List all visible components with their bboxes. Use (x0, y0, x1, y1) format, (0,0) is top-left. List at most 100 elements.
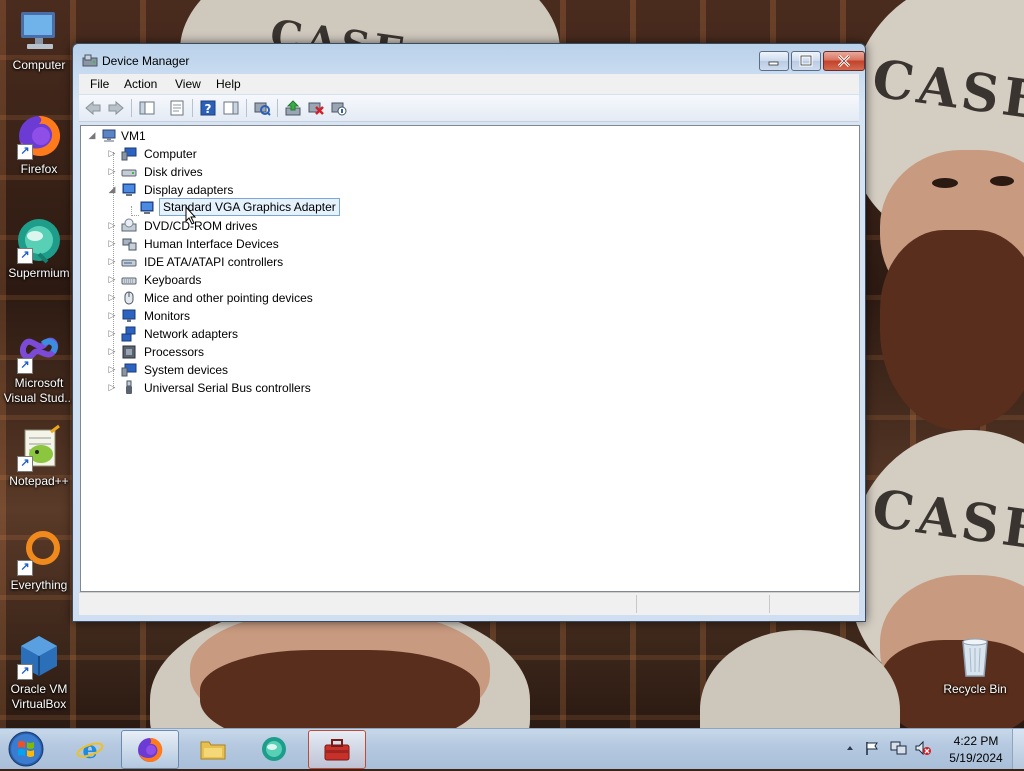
status-separator (769, 595, 770, 613)
tree-category-label: Mice and other pointing devices (144, 291, 313, 305)
help-icon[interactable]: ? (199, 99, 217, 117)
collapse-arrow-icon[interactable]: ◢ (107, 181, 117, 199)
computer-icon (15, 8, 63, 56)
taskbar-device-manager[interactable] (308, 730, 366, 769)
ide-controller-icon (121, 254, 137, 270)
firefox-icon (136, 737, 164, 763)
recycle-bin-icon (951, 632, 999, 680)
disable-device-icon[interactable] (330, 99, 348, 117)
volume-muted-icon[interactable] (914, 740, 932, 759)
device-tree[interactable]: ◢ VM1 ▷ Computer ▷ Disk drives ◢ Display… (80, 125, 860, 592)
action-center-flag-icon[interactable] (864, 740, 880, 759)
device-manager-window: Device Manager File Action View Help ? ◢… (72, 43, 866, 622)
taskbar-internet-explorer[interactable]: e (62, 730, 118, 767)
menu-view[interactable]: View (175, 77, 201, 91)
mouse-cursor-icon (185, 205, 197, 225)
clock-time[interactable]: 4:22 PM (946, 734, 1006, 748)
desktop-icon-label: Firefox (20, 162, 58, 176)
network-icon[interactable] (890, 740, 908, 759)
expand-arrow-icon[interactable]: ▷ (107, 361, 117, 379)
expand-arrow-icon[interactable]: ▷ (107, 379, 117, 397)
window-title: Device Manager (102, 54, 190, 68)
device-manager-icon (82, 53, 98, 67)
menu-help[interactable]: Help (216, 77, 241, 91)
taskbar-supermium[interactable] (246, 730, 302, 767)
device-manager-icon (323, 737, 351, 763)
scan-hardware-changes-icon[interactable] (253, 99, 271, 117)
shortcut-arrow-icon: ↗ (17, 560, 33, 576)
expand-arrow-icon[interactable]: ▷ (107, 343, 117, 361)
tree-category-label: IDE ATA/ATAPI controllers (144, 255, 284, 269)
tree-category-label: DVD/CD-ROM drives (144, 219, 258, 233)
forward-icon[interactable] (107, 99, 125, 117)
desktop-icon-notepad-plus-plus[interactable]: ↗ Notepad++ (1, 424, 77, 489)
expand-arrow-icon[interactable]: ▷ (107, 253, 117, 271)
expand-arrow-icon[interactable]: ▷ (107, 325, 117, 343)
visual-studio-icon: ↗ (15, 326, 63, 374)
properties-icon[interactable] (168, 99, 186, 117)
tree-root-label: VM1 (121, 129, 146, 143)
taskbar-file-explorer[interactable] (185, 730, 241, 767)
expand-arrow-icon[interactable]: ▷ (107, 307, 117, 325)
notepad-plus-plus-icon: ↗ (15, 424, 63, 472)
desktop-icon-label: Supermium (8, 266, 70, 280)
svg-text:e: e (82, 736, 97, 762)
toolbar-separator (277, 99, 278, 117)
expand-arrow-icon[interactable]: ▷ (107, 163, 117, 181)
toolbar-separator (131, 99, 132, 117)
clock-date[interactable]: 5/19/2024 (944, 751, 1008, 765)
internet-explorer-icon: e (76, 735, 104, 764)
disk-drive-icon (121, 164, 137, 180)
status-separator (636, 595, 637, 613)
minimize-button[interactable] (759, 51, 789, 71)
virtualbox-icon: ↗ (15, 632, 63, 680)
desktop-icon-label: Notepad++ (9, 474, 69, 488)
expand-arrow-icon[interactable]: ▷ (107, 217, 117, 235)
tree-category-label: Disk drives (144, 165, 203, 179)
usb-icon (121, 380, 137, 396)
display-adapter-icon (139, 200, 155, 216)
menu-file[interactable]: File (90, 77, 109, 91)
close-button[interactable] (823, 51, 865, 71)
expand-arrow-icon[interactable]: ▷ (107, 271, 117, 289)
start-button[interactable] (6, 730, 46, 768)
update-driver-icon[interactable] (284, 99, 302, 117)
menu-action[interactable]: Action (124, 77, 157, 91)
tree-category-label: Human Interface Devices (144, 237, 279, 251)
desktop-icon-computer[interactable]: Computer (1, 8, 77, 73)
desktop-icon-virtualbox[interactable]: ↗ Oracle VM VirtualBox (1, 632, 77, 712)
desktop-icon-label: Recycle Bin (943, 682, 1007, 696)
uninstall-icon[interactable] (307, 99, 325, 117)
system-devices-icon (121, 362, 137, 378)
desktop-icon-firefox[interactable]: ↗ Firefox (1, 112, 77, 177)
collapse-arrow-icon[interactable]: ◢ (87, 127, 97, 145)
show-hide-console-tree-icon[interactable] (138, 99, 156, 117)
file-explorer-icon (199, 736, 227, 762)
desktop-icon-label: Microsoft Visual Stud... (3, 376, 75, 405)
tree-category-label: Display adapters (144, 183, 234, 197)
desktop-icon-everything[interactable]: ↗ Everything (1, 528, 77, 593)
shortcut-arrow-icon: ↗ (17, 456, 33, 472)
svg-text:?: ? (205, 102, 212, 116)
show-hidden-icons-icon[interactable] (845, 742, 855, 756)
expand-arrow-icon[interactable]: ▷ (107, 235, 117, 253)
show-desktop-button[interactable] (1012, 729, 1024, 769)
display-adapter-icon (121, 182, 137, 198)
desktop-icon-label: Everything (10, 578, 68, 592)
hid-icon (121, 236, 137, 252)
back-icon[interactable] (84, 99, 102, 117)
shortcut-arrow-icon: ↗ (17, 664, 33, 680)
restore-button[interactable] (791, 51, 821, 71)
tree-category-label: Keyboards (144, 273, 202, 287)
expand-arrow-icon[interactable]: ▷ (107, 289, 117, 307)
taskbar-firefox[interactable] (121, 730, 179, 769)
window-titlebar[interactable]: Device Manager (73, 44, 865, 74)
firefox-icon: ↗ (15, 112, 63, 160)
desktop-icon-visual-studio[interactable]: ↗ Microsoft Visual Stud... (1, 326, 77, 406)
action-pane-icon[interactable] (222, 99, 240, 117)
expand-arrow-icon[interactable]: ▷ (107, 145, 117, 163)
shortcut-arrow-icon: ↗ (17, 358, 33, 374)
desktop-icon-supermium[interactable]: ↗ Supermium (1, 216, 77, 281)
desktop-icon-recycle-bin[interactable]: Recycle Bin (937, 632, 1013, 697)
tree-category-label: Monitors (144, 309, 191, 323)
